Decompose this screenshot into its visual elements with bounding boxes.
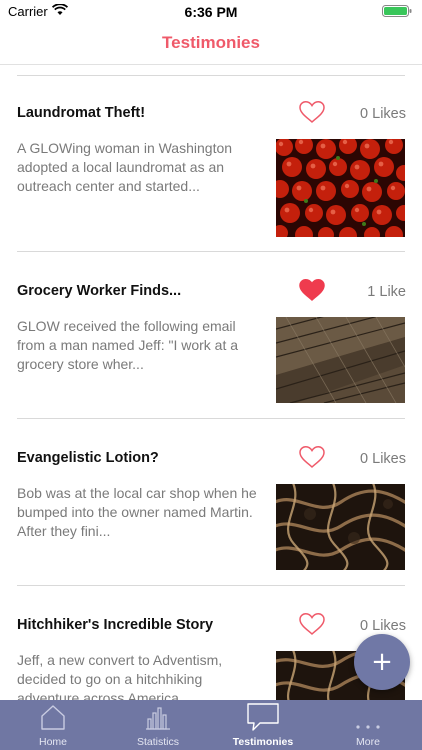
nav-divider — [0, 64, 422, 65]
like-count: 0 Likes — [360, 451, 406, 467]
heart-filled-icon[interactable] — [298, 278, 326, 302]
tab-label: More — [356, 736, 380, 748]
tab-testimonies[interactable]: Testimonies — [218, 700, 308, 750]
testimony-title: Evangelistic Lotion? — [17, 450, 159, 466]
speech-bubble-icon — [247, 703, 279, 731]
tab-home[interactable]: Home — [8, 700, 98, 750]
heart-outline-icon[interactable] — [298, 100, 326, 124]
page-title: Testimonies — [162, 33, 260, 52]
battery-icon — [382, 5, 412, 17]
testimony-description: A GLOWing woman in Washington adopted a … — [17, 140, 233, 194]
like-count: 1 Like — [367, 284, 406, 300]
testimony-title: Grocery Worker Finds... — [17, 283, 182, 299]
tab-label: Testimonies — [232, 736, 294, 748]
thumbnail-tomatoes[interactable] — [276, 139, 405, 237]
testimony-card[interactable]: Laundromat Theft! 0 Likes A GLOWing woma… — [0, 76, 422, 252]
more-icon — [356, 725, 380, 729]
add-testimony-button[interactable]: + — [354, 634, 410, 690]
tab-label: Home — [38, 736, 67, 748]
testimony-description: Jeff, a new convert to Adventism, decide… — [17, 652, 223, 700]
tab-bar: Home Statistics Testimonies More — [0, 700, 422, 750]
plus-icon: + — [371, 647, 393, 677]
testimony-card[interactable]: Grocery Worker Finds... 1 Like GLOW rece… — [0, 252, 422, 419]
testimony-description: GLOW received the following email from a… — [17, 318, 239, 372]
status-bar: Carrier 6:36 PM — [0, 0, 422, 24]
heart-outline-icon[interactable] — [298, 445, 326, 469]
tab-more[interactable]: More — [323, 700, 413, 750]
heart-outline-icon[interactable] — [298, 612, 326, 636]
testimony-title: Hitchhiker's Incredible Story — [17, 617, 214, 633]
tab-statistics[interactable]: Statistics — [113, 700, 203, 750]
tab-label: Statistics — [136, 736, 179, 748]
like-count: 0 Likes — [360, 106, 406, 122]
statistics-icon — [146, 707, 170, 730]
home-icon — [41, 705, 65, 730]
testimony-card[interactable]: Evangelistic Lotion? 0 Likes Bob was at … — [0, 419, 422, 586]
like-count: 0 Likes — [360, 618, 406, 634]
testimony-description: Bob was at the local car shop when he bu… — [17, 485, 257, 539]
clock: 6:36 PM — [184, 4, 238, 20]
thumbnail-wooden-boards[interactable] — [276, 317, 405, 415]
testimony-title: Laundromat Theft! — [17, 105, 146, 121]
testimony-card[interactable]: Hitchhiker's Incredible Story 0 Likes Je… — [0, 586, 422, 700]
thumbnail-rope-knots[interactable] — [276, 484, 405, 570]
